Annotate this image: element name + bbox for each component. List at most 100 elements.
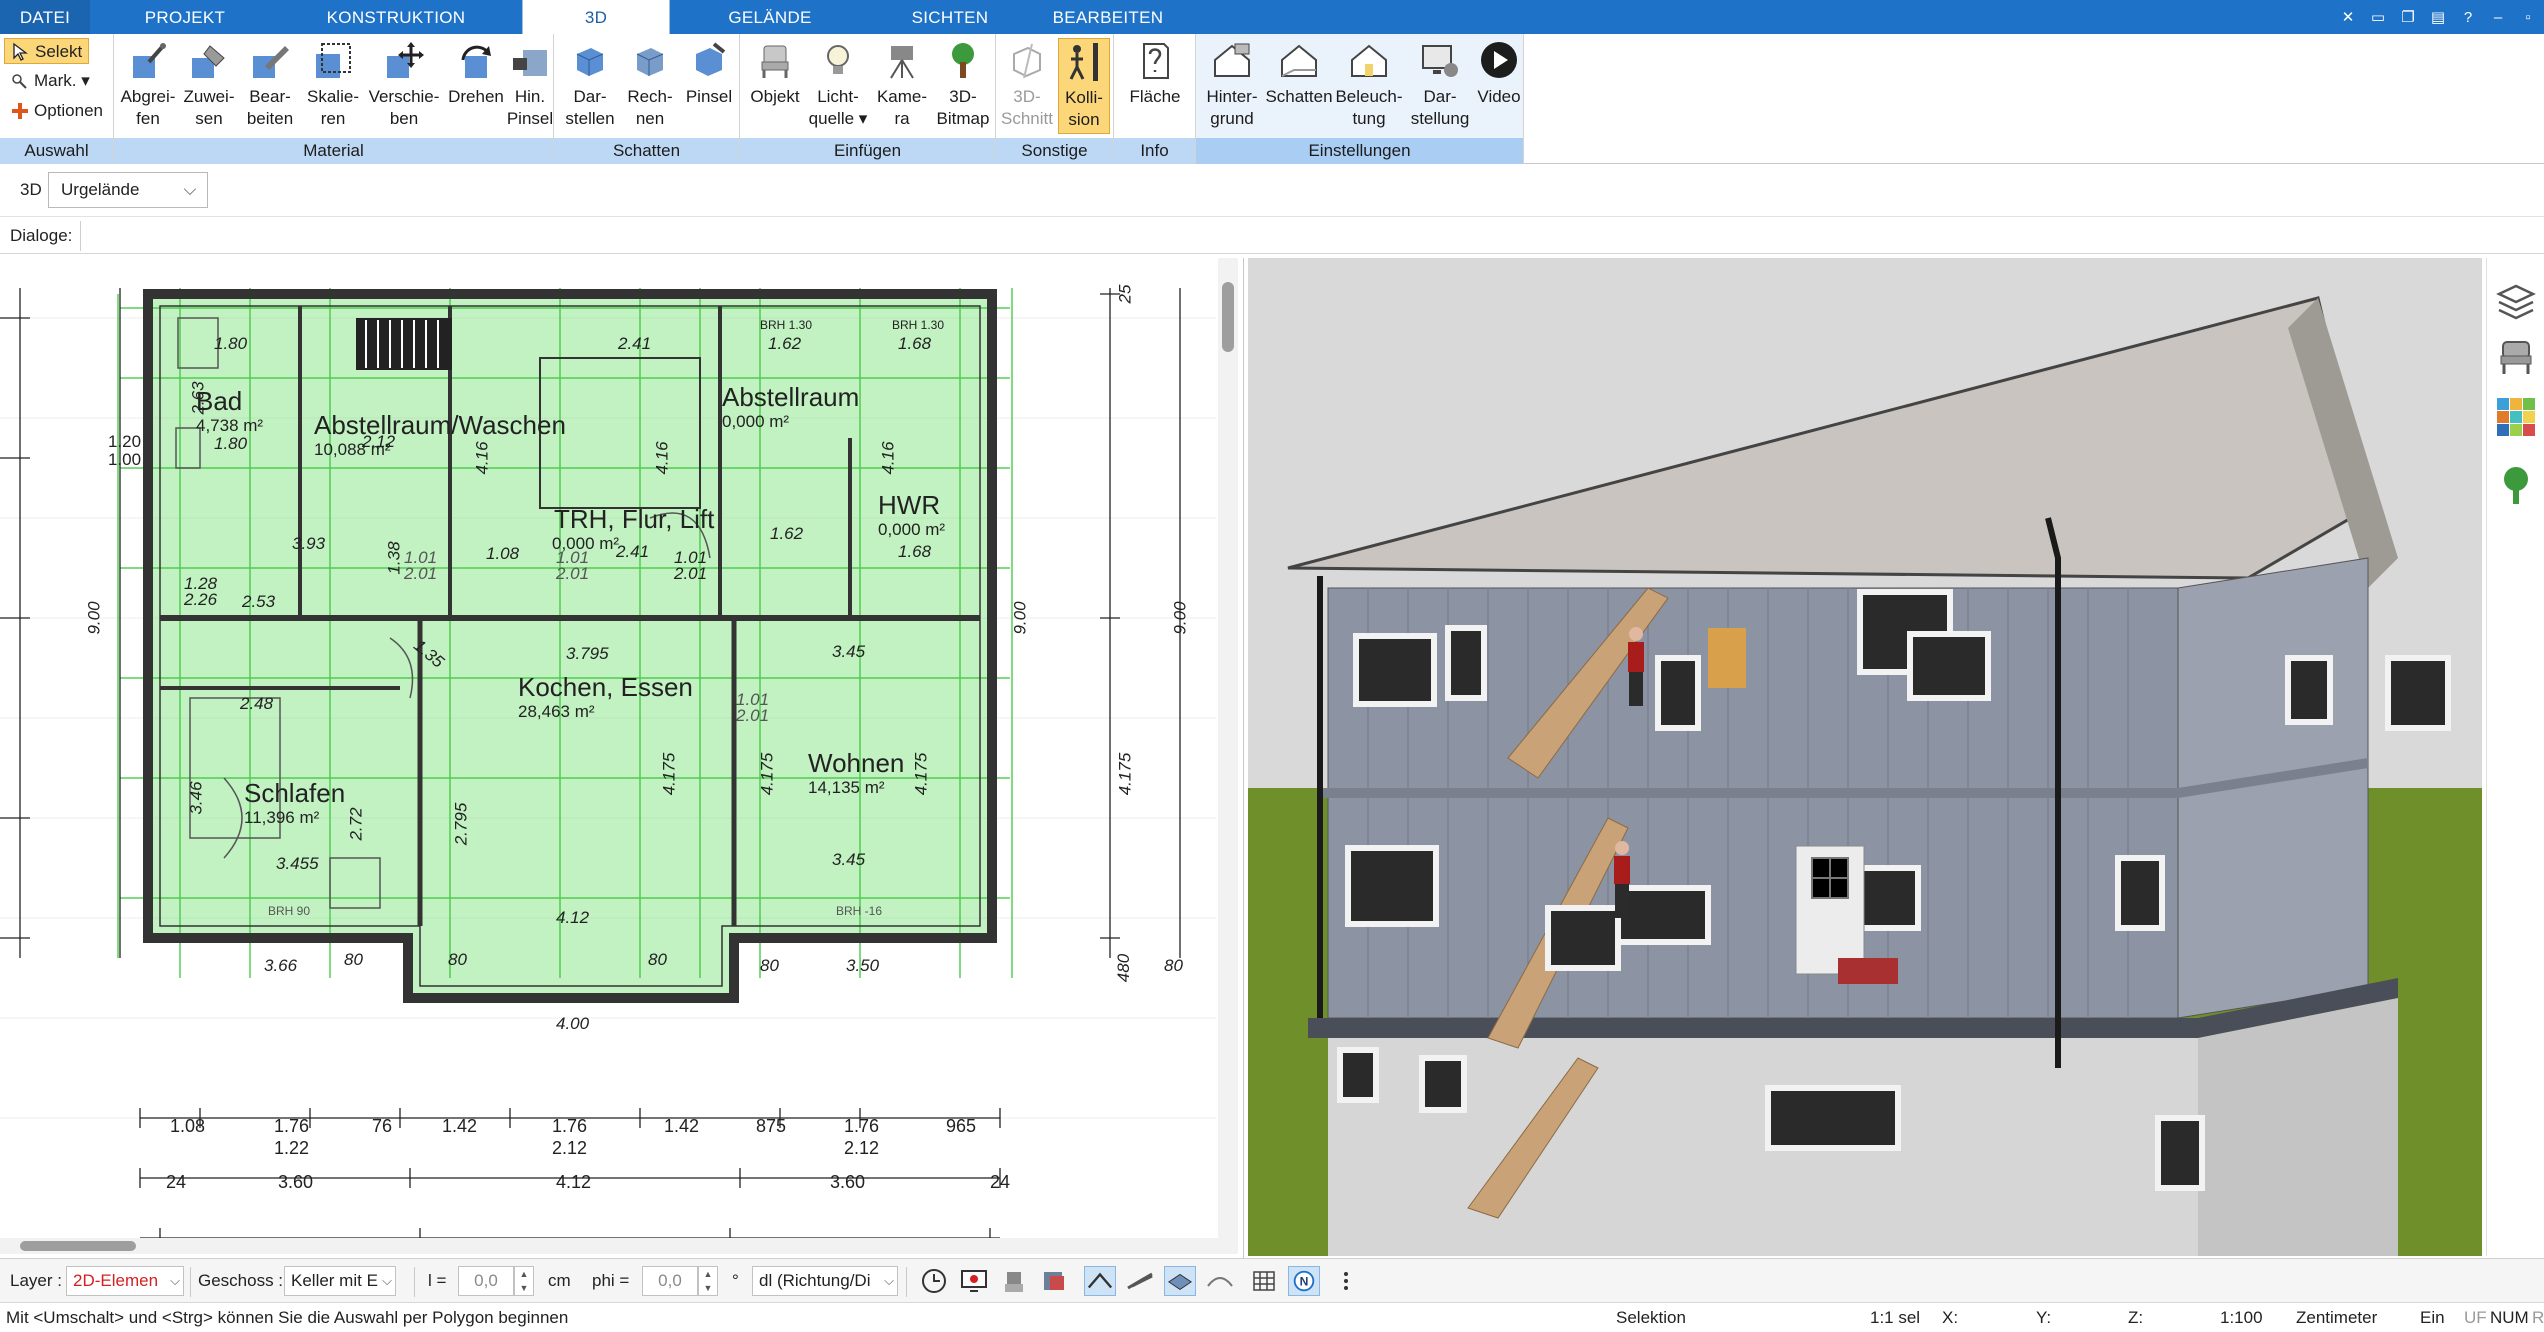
phi-stepper[interactable]: ▲ ▼ bbox=[698, 1266, 718, 1296]
tab-datei[interactable]: DATEI bbox=[0, 0, 90, 34]
3d-bitmap-button[interactable]: 3D- Bitmap bbox=[932, 38, 994, 134]
mark-button[interactable]: Mark. ▾ bbox=[4, 68, 96, 94]
3d-view[interactable] bbox=[1248, 258, 2482, 1256]
geschoss-select-value: Keller mit E bbox=[291, 1271, 378, 1290]
flaeche-button[interactable]: Fläche bbox=[1124, 38, 1186, 134]
tab-konstruktion[interactable]: KONSTRUKTION bbox=[316, 0, 476, 34]
tab-gelaende[interactable]: GELÄNDE bbox=[710, 0, 830, 34]
mark-icon bbox=[12, 74, 27, 89]
object-icon[interactable] bbox=[1038, 1266, 1070, 1296]
layer-select[interactable]: 2D-Elemen ⌵ bbox=[66, 1266, 184, 1296]
ribbon: Selekt Mark. ▾ Optionen Auswahl Abgrei- … bbox=[0, 34, 2544, 164]
selekt-button[interactable]: Selekt bbox=[4, 38, 90, 64]
direction-select[interactable]: dl (Richtung/Di ⌵ bbox=[752, 1266, 898, 1296]
zuweisen-label-1: Zuwei- bbox=[183, 87, 235, 106]
schatten-rechnen-button[interactable]: Rech- nen bbox=[620, 38, 680, 134]
group-material: Abgrei- fen Zuwei- sen Bear- beiten Skal… bbox=[114, 34, 554, 164]
bearbeiten-button[interactable]: Bear- beiten bbox=[240, 38, 300, 134]
roof-view-icon[interactable] bbox=[1084, 1266, 1116, 1296]
monitor-view-icon[interactable] bbox=[958, 1266, 990, 1296]
dim-text: 24 bbox=[166, 1172, 187, 1192]
hin-pinsel-button[interactable]: Hin. Pinsel bbox=[506, 38, 554, 134]
plan-horizontal-scroll-thumb[interactable] bbox=[20, 1241, 136, 1251]
right-tool-palette bbox=[2486, 258, 2544, 1256]
zuweisen-button[interactable]: Zuwei- sen bbox=[180, 38, 238, 134]
north-icon[interactable]: N bbox=[1288, 1266, 1320, 1296]
selekt-label: Selekt bbox=[35, 42, 83, 61]
furniture-icon[interactable] bbox=[2495, 336, 2537, 378]
group-sonstige: 3D- Schnitt Kolli- sion Sonstige bbox=[996, 34, 1114, 164]
materials-icon[interactable] bbox=[2495, 396, 2537, 438]
tab-projekt[interactable]: PROJEKT bbox=[130, 0, 240, 34]
kamera-button[interactable]: Kame- ra bbox=[872, 38, 932, 134]
darstellung-button[interactable]: Dar- stellung bbox=[1404, 38, 1476, 134]
hintergrund-button[interactable]: Hinter- grund bbox=[1200, 38, 1264, 134]
paint-bucket-icon bbox=[192, 45, 225, 78]
more-options-icon[interactable] bbox=[1338, 1266, 1354, 1296]
floor-view-icon[interactable] bbox=[1164, 1266, 1196, 1296]
length-stepper[interactable]: ▲ ▼ bbox=[514, 1266, 534, 1296]
plan-vertical-scroll-thumb[interactable] bbox=[1222, 282, 1234, 352]
group-info: Fläche Info bbox=[1114, 34, 1196, 164]
sofa bbox=[1838, 958, 1898, 984]
move-icon bbox=[387, 42, 424, 78]
schatten-pinsel-label-1: Pinsel bbox=[685, 87, 733, 106]
video-button[interactable]: Video bbox=[1476, 38, 1522, 134]
stairs-view-icon[interactable] bbox=[1124, 1266, 1156, 1296]
floor-plan-view[interactable]: Bad 4,738 m² Abstellraum/Waschen 10,088 … bbox=[0, 258, 1244, 1258]
dim-text: 875 bbox=[756, 1116, 787, 1136]
restore-icon[interactable]: ❐ bbox=[2396, 5, 2420, 29]
tab-bearbeiten[interactable]: BEARBEITEN bbox=[1050, 0, 1166, 34]
drehen-button[interactable]: Drehen bbox=[444, 38, 508, 134]
phi-input[interactable]: 0,0 bbox=[642, 1266, 698, 1296]
dim-text: 1.42 bbox=[664, 1116, 700, 1136]
length-input[interactable]: 0,0 bbox=[458, 1266, 514, 1296]
optionen-button[interactable]: Optionen bbox=[4, 98, 109, 124]
objekt-button[interactable]: Objekt bbox=[746, 38, 804, 134]
einst-schatten-button[interactable]: Schatten bbox=[1264, 38, 1334, 134]
help-icon[interactable]: ? bbox=[2456, 5, 2480, 29]
area-icon bbox=[1143, 43, 1169, 79]
minimize-icon[interactable]: – bbox=[2486, 5, 2510, 29]
calc-shadow-icon bbox=[636, 48, 664, 76]
monitor-icon[interactable]: ▤ bbox=[2426, 5, 2450, 29]
status-uf: UF bbox=[2464, 1308, 2487, 1327]
abgreifen-button[interactable]: Abgrei- fen bbox=[118, 38, 178, 134]
terrain-select[interactable]: Urgelände ⌵ bbox=[48, 172, 208, 208]
3d-schnitt-button[interactable]: 3D- Schnitt bbox=[1000, 38, 1054, 134]
schatten-darstellen-button[interactable]: Dar- stellen bbox=[560, 38, 620, 134]
grid-icon[interactable] bbox=[1248, 1266, 1280, 1296]
lichtquelle-button[interactable]: Licht- quelle ▾ bbox=[806, 38, 870, 134]
geschoss-select[interactable]: Keller mit E ⌵ bbox=[284, 1266, 396, 1296]
window-icon[interactable]: ▭ bbox=[2366, 5, 2390, 29]
einst-schatten-label-1: Schatten bbox=[1265, 87, 1333, 106]
tab-3d[interactable]: 3D bbox=[522, 0, 670, 34]
skalieren-button[interactable]: Skalie- ren bbox=[302, 38, 364, 134]
tools-icon[interactable]: ✕ bbox=[2336, 5, 2360, 29]
schatten-pinsel-button[interactable]: Pinsel bbox=[680, 38, 738, 134]
chevron-down-icon: ▾ bbox=[81, 71, 90, 90]
plan-vertical-scrollbar[interactable] bbox=[1218, 258, 1238, 1254]
3d-house-render[interactable] bbox=[1248, 258, 2482, 1256]
robot-icon[interactable] bbox=[998, 1266, 1030, 1296]
group-einstellungen: Hinter- grund Schatten Beleuch- tung Dar… bbox=[1196, 34, 1524, 164]
skalieren-label-1: Skalie- bbox=[307, 87, 359, 106]
beleuchtung-button[interactable]: Beleuch- tung bbox=[1334, 38, 1404, 134]
status-y: Y: bbox=[2036, 1308, 2052, 1327]
skalieren-label-2: ren bbox=[320, 109, 346, 128]
dim-text: 1.76 bbox=[552, 1116, 588, 1136]
tree-icon[interactable] bbox=[2495, 464, 2537, 506]
clock-icon[interactable] bbox=[918, 1266, 950, 1296]
verschieben-button[interactable]: Verschie- ben bbox=[366, 38, 442, 134]
maximize-icon[interactable]: ▫ bbox=[2516, 5, 2540, 29]
dim-text: 2.12 bbox=[844, 1138, 880, 1158]
view-label: 3D bbox=[20, 180, 42, 199]
kollision-button[interactable]: Kolli- sion bbox=[1058, 38, 1110, 134]
play-icon bbox=[1481, 42, 1517, 78]
layers-icon[interactable] bbox=[2495, 280, 2537, 322]
hin-pinsel-label-1: Hin. bbox=[514, 87, 546, 106]
tab-sichten[interactable]: SICHTEN bbox=[890, 0, 1010, 34]
collision-icon bbox=[1069, 43, 1098, 81]
plan-horizontal-scrollbar[interactable] bbox=[0, 1238, 1218, 1254]
terrain-view-icon[interactable] bbox=[1204, 1266, 1236, 1296]
